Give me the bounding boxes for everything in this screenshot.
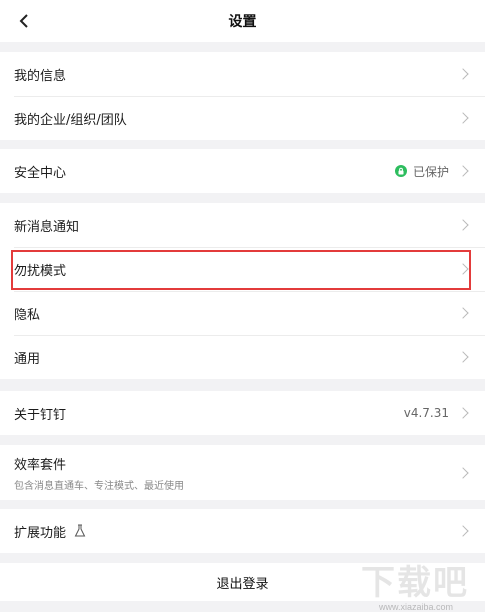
chevron-right-icon — [457, 112, 469, 124]
chevron-right-icon — [457, 525, 469, 537]
row-efficiency-suite[interactable]: 效率套件 包含消息直通车、专注模式、最近使用 — [0, 445, 485, 500]
row-label: 关于钉钉 — [14, 407, 67, 423]
row-label: 安全中心 — [14, 165, 67, 181]
chevron-right-icon — [457, 263, 469, 275]
row-label: 我的企业/组织/团队 — [14, 112, 127, 128]
watermark-url: www.xiazaiba.com — [378, 602, 453, 612]
row-about-dingtalk[interactable]: 关于钉钉 v4.7.31 — [0, 391, 485, 435]
row-new-message-notification[interactable]: 新消息通知 — [0, 203, 485, 247]
header-bar: 设置 — [0, 0, 485, 42]
version-value: v4.7.31 — [403, 406, 449, 420]
row-label: 效率套件 — [14, 457, 67, 473]
chevron-right-icon — [457, 68, 469, 80]
row-label: 勿扰模式 — [14, 263, 67, 279]
row-label-block: 效率套件 包含消息直通车、专注模式、最近使用 — [14, 454, 449, 492]
row-subtitle: 包含消息直通车、专注模式、最近使用 — [14, 480, 184, 492]
row-privacy[interactable]: 隐私 — [0, 291, 485, 335]
row-label: 扩展功能 — [14, 525, 67, 541]
row-label-wrap: 扩展功能 — [14, 522, 449, 541]
chevron-right-icon — [457, 351, 469, 363]
chevron-right-icon — [457, 165, 469, 177]
row-label: 隐私 — [14, 307, 41, 323]
row-label: 我的信息 — [14, 68, 67, 84]
group-extensions: 扩展功能 — [0, 509, 485, 553]
group-account: 我的信息 我的企业/组织/团队 — [0, 52, 485, 140]
row-label: 新消息通知 — [14, 219, 80, 235]
chevron-right-icon — [457, 407, 469, 419]
settings-screen: 设置 我的信息 我的企业/组织/团队 安全中心 已保护 新消息通知 勿扰模式 隐… — [0, 0, 485, 612]
row-general[interactable]: 通用 — [0, 335, 485, 379]
row-do-not-disturb[interactable]: 勿扰模式 — [0, 247, 485, 291]
row-my-info[interactable]: 我的信息 — [0, 52, 485, 96]
page-title: 设置 — [228, 14, 257, 30]
logout-button[interactable]: 退出登录 — [0, 563, 485, 601]
group-security: 安全中心 已保护 — [0, 149, 485, 193]
group-efficiency: 效率套件 包含消息直通车、专注模式、最近使用 — [0, 445, 485, 500]
row-extended-features[interactable]: 扩展功能 — [0, 509, 485, 553]
chevron-right-icon — [457, 219, 469, 231]
row-my-organization[interactable]: 我的企业/组织/团队 — [0, 96, 485, 140]
shield-check-icon — [394, 165, 407, 177]
chevron-right-icon — [457, 307, 469, 319]
security-status: 已保护 — [412, 164, 449, 179]
flask-icon — [74, 524, 86, 537]
row-security-center[interactable]: 安全中心 已保护 — [0, 149, 485, 193]
group-about: 关于钉钉 v4.7.31 — [0, 391, 485, 435]
group-notifications: 新消息通知 勿扰模式 隐私 通用 — [0, 203, 485, 379]
row-label: 通用 — [14, 351, 41, 367]
chevron-right-icon — [457, 466, 469, 479]
